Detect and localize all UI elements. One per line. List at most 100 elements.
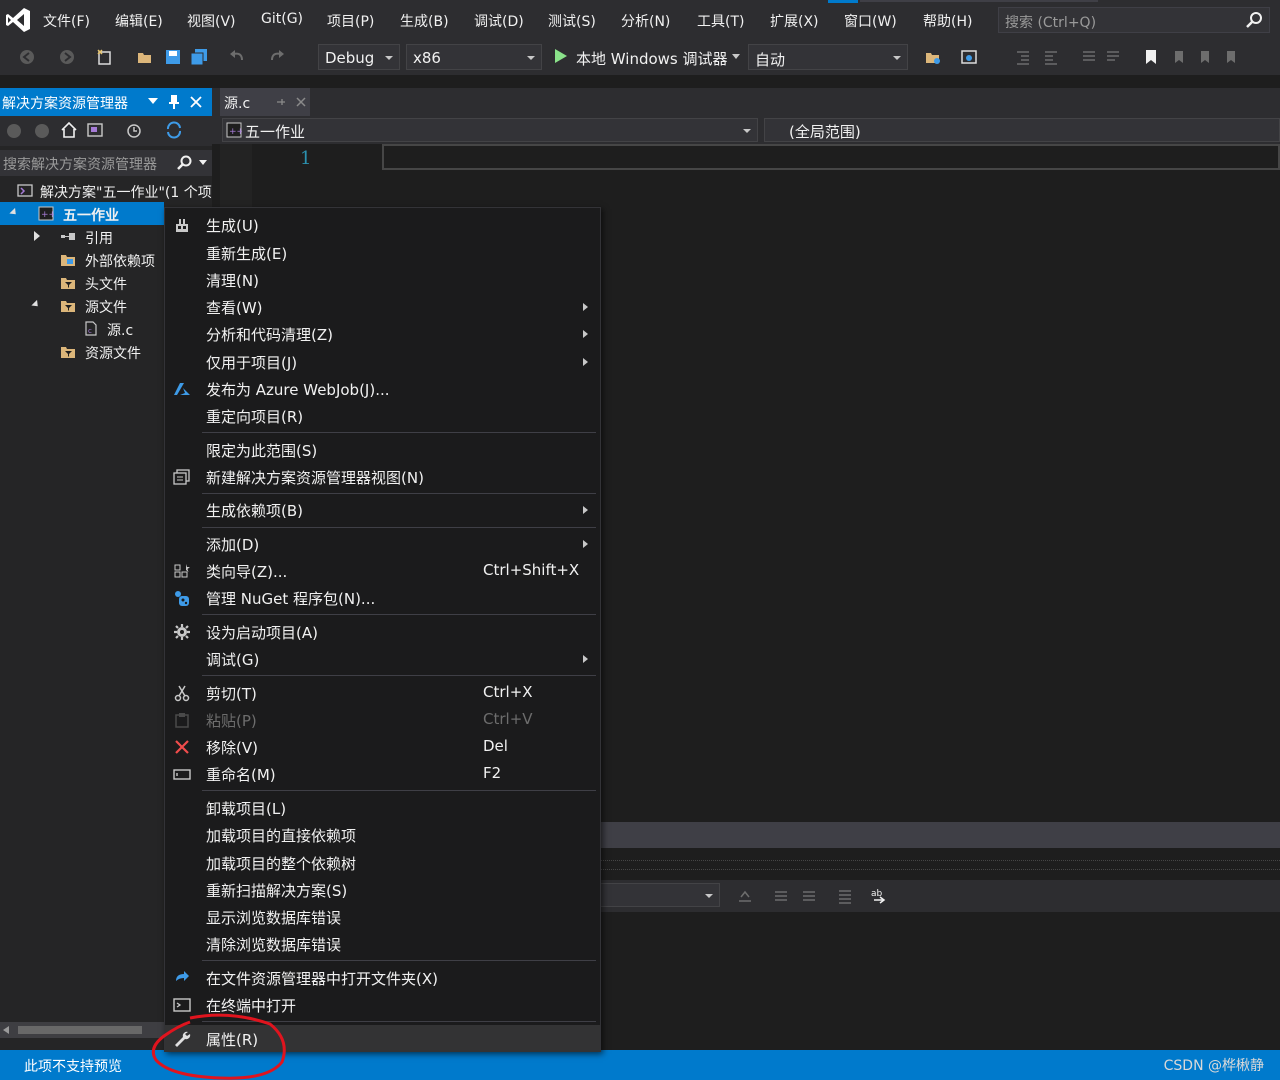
pin-icon[interactable] xyxy=(276,97,286,107)
menu-test[interactable]: 测试(S) xyxy=(548,11,596,31)
prev-bookmark-icon[interactable] xyxy=(1170,48,1188,66)
start-debugger-button[interactable]: 本地 Windows 调试器 xyxy=(576,48,728,69)
menu-item-nuget[interactable]: 管理 NuGet 程序包(N)... xyxy=(165,584,600,611)
back-icon[interactable] xyxy=(18,48,36,66)
forward-icon[interactable] xyxy=(58,48,76,66)
menu-item-unload[interactable]: 卸载项目(L) xyxy=(165,794,600,821)
menu-item-add[interactable]: 添加(D) xyxy=(165,530,600,557)
close-icon[interactable] xyxy=(190,96,202,108)
search-input[interactable]: 搜索 (Ctrl+Q) xyxy=(998,7,1270,33)
auto-select[interactable]: 自动 xyxy=(748,44,908,70)
chevron-down-icon[interactable] xyxy=(148,98,158,106)
bookmark-icon[interactable] xyxy=(1142,48,1160,66)
menu-item-build[interactable]: 生成(U) xyxy=(165,211,600,238)
find-message-icon[interactable] xyxy=(736,887,754,905)
horizontal-scrollbar[interactable] xyxy=(0,1022,164,1038)
global-scope-select[interactable]: (全局范围) xyxy=(764,118,1280,142)
menu-item-scope-to-this[interactable]: 限定为此范围(S) xyxy=(165,436,600,463)
menu-item-rebuild[interactable]: 重新生成(E) xyxy=(165,239,600,266)
clear-bookmarks-icon[interactable] xyxy=(1222,48,1240,66)
save-all-icon[interactable] xyxy=(190,48,208,66)
uncomment-icon[interactable] xyxy=(1104,48,1122,66)
menu-debug[interactable]: 调试(D) xyxy=(474,11,524,31)
menu-item-rescan[interactable]: 重新扫描解决方案(S) xyxy=(165,876,600,903)
menu-item-class-wizard[interactable]: 类向导(Z)... Ctrl+Shift+X xyxy=(165,557,600,584)
pin-icon[interactable] xyxy=(168,94,180,110)
menu-item-set-startup[interactable]: 设为启动项目(A) xyxy=(165,618,600,645)
menu-item-project-only[interactable]: 仅用于项目(J) xyxy=(165,348,600,375)
menu-item-show-db-errors[interactable]: 显示浏览数据库错误 xyxy=(165,903,600,930)
sync-icon[interactable] xyxy=(164,121,184,139)
menu-item-label: 剪切(T) xyxy=(206,685,257,703)
menu-git[interactable]: Git(G) xyxy=(261,11,303,27)
home-icon[interactable] xyxy=(60,121,78,139)
menu-analyze[interactable]: 分析(N) xyxy=(621,11,670,31)
expand-arrow-icon[interactable] xyxy=(9,207,19,218)
menu-build[interactable]: 生成(B) xyxy=(400,11,449,31)
save-icon[interactable] xyxy=(164,48,182,66)
standard-toolbar: Debug x86 本地 Windows 调试器 自动 xyxy=(0,40,1280,76)
menu-project[interactable]: 项目(P) xyxy=(327,11,374,31)
tree-item-project[interactable]: ++ 五一作业 xyxy=(0,202,164,225)
word-wrap-icon[interactable]: ab xyxy=(870,886,890,906)
play-icon[interactable] xyxy=(555,49,567,63)
platform-select[interactable]: x86 xyxy=(406,44,542,70)
menu-item-clean[interactable]: 清理(N) xyxy=(165,266,600,293)
outdent-icon[interactable] xyxy=(1042,48,1060,66)
menu-extensions[interactable]: 扩展(X) xyxy=(770,11,819,31)
menu-file[interactable]: 文件(F) xyxy=(43,11,90,31)
menu-item-open-in-explorer[interactable]: 在文件资源管理器中打开文件夹(X) xyxy=(165,964,600,991)
undo-icon[interactable] xyxy=(228,48,246,66)
menu-item-remove[interactable]: 移除(V) Del xyxy=(165,733,600,760)
menu-item-analyze-cleanup[interactable]: 分析和代码清理(Z) xyxy=(165,320,600,347)
indent-icon[interactable] xyxy=(1014,48,1032,66)
menu-edit[interactable]: 编辑(E) xyxy=(115,11,163,31)
close-icon[interactable] xyxy=(296,97,306,107)
forward-icon[interactable] xyxy=(34,123,50,139)
next-bookmark-icon[interactable] xyxy=(1196,48,1214,66)
next-message-icon[interactable] xyxy=(800,887,818,905)
menu-item-retarget[interactable]: 重定向项目(R) xyxy=(165,402,600,429)
output-source-select[interactable] xyxy=(600,883,720,907)
redo-icon[interactable] xyxy=(268,48,286,66)
menu-item-clear-db-errors[interactable]: 清除浏览数据库错误 xyxy=(165,930,600,957)
configuration-select[interactable]: Debug xyxy=(318,44,400,70)
open-folder-icon[interactable] xyxy=(924,48,942,66)
new-project-icon[interactable] xyxy=(96,48,114,66)
menu-item-load-direct-deps[interactable]: 加载项目的直接依赖项 xyxy=(165,821,600,848)
menu-item-load-dep-tree[interactable]: 加载项目的整个依赖树 xyxy=(165,849,600,876)
chevron-down-icon[interactable] xyxy=(732,54,740,60)
expand-arrow-icon[interactable] xyxy=(31,299,41,310)
menu-item-new-explorer-view[interactable]: 新建解决方案资源管理器视图(N) xyxy=(165,463,600,490)
menu-tools[interactable]: 工具(T) xyxy=(697,11,744,31)
expand-arrow-icon[interactable] xyxy=(34,231,40,241)
menu-help[interactable]: 帮助(H) xyxy=(923,11,972,31)
comment-icon[interactable] xyxy=(1080,48,1098,66)
scrollbar-thumb[interactable] xyxy=(18,1026,142,1034)
back-icon[interactable] xyxy=(6,123,22,139)
clear-all-icon[interactable] xyxy=(836,887,854,905)
menu-item-build-deps[interactable]: 生成依赖项(B) xyxy=(165,496,600,523)
pending-changes-filter-icon[interactable] xyxy=(124,121,142,139)
menu-item-debug[interactable]: 调试(G) xyxy=(165,645,600,672)
scroll-left-icon[interactable] xyxy=(3,1026,9,1034)
prev-message-icon[interactable] xyxy=(772,887,790,905)
solution-explorer-search-input[interactable]: 搜索解决方案资源管理器 xyxy=(0,150,212,176)
menu-item-rename[interactable]: 重命名(M) F2 xyxy=(165,760,600,787)
filter-folder-icon xyxy=(61,301,75,312)
switch-views-icon[interactable] xyxy=(86,121,106,139)
platform-value: x86 xyxy=(413,49,441,67)
panel-splitter[interactable] xyxy=(600,860,1280,870)
project-scope-select[interactable]: ++ 五一作业 xyxy=(222,118,758,142)
open-file-icon[interactable] xyxy=(136,48,154,66)
tab-source-c[interactable]: 源.c xyxy=(220,88,310,116)
menu-view[interactable]: 视图(V) xyxy=(187,11,236,31)
menu-item-view[interactable]: 查看(W) xyxy=(165,293,600,320)
menu-window[interactable]: 窗口(W) xyxy=(844,11,897,31)
output-panel-content[interactable] xyxy=(600,912,1280,1050)
browser-icon[interactable] xyxy=(960,48,978,66)
menu-item-cut[interactable]: 剪切(T) Ctrl+X xyxy=(165,679,600,706)
menu-item-publish-azure[interactable]: 发布为 Azure WebJob(J)... xyxy=(165,375,600,402)
tree-item-solution[interactable]: 解决方案"五一作业"(1 个项 xyxy=(0,179,212,202)
chevron-down-icon[interactable] xyxy=(199,160,207,166)
